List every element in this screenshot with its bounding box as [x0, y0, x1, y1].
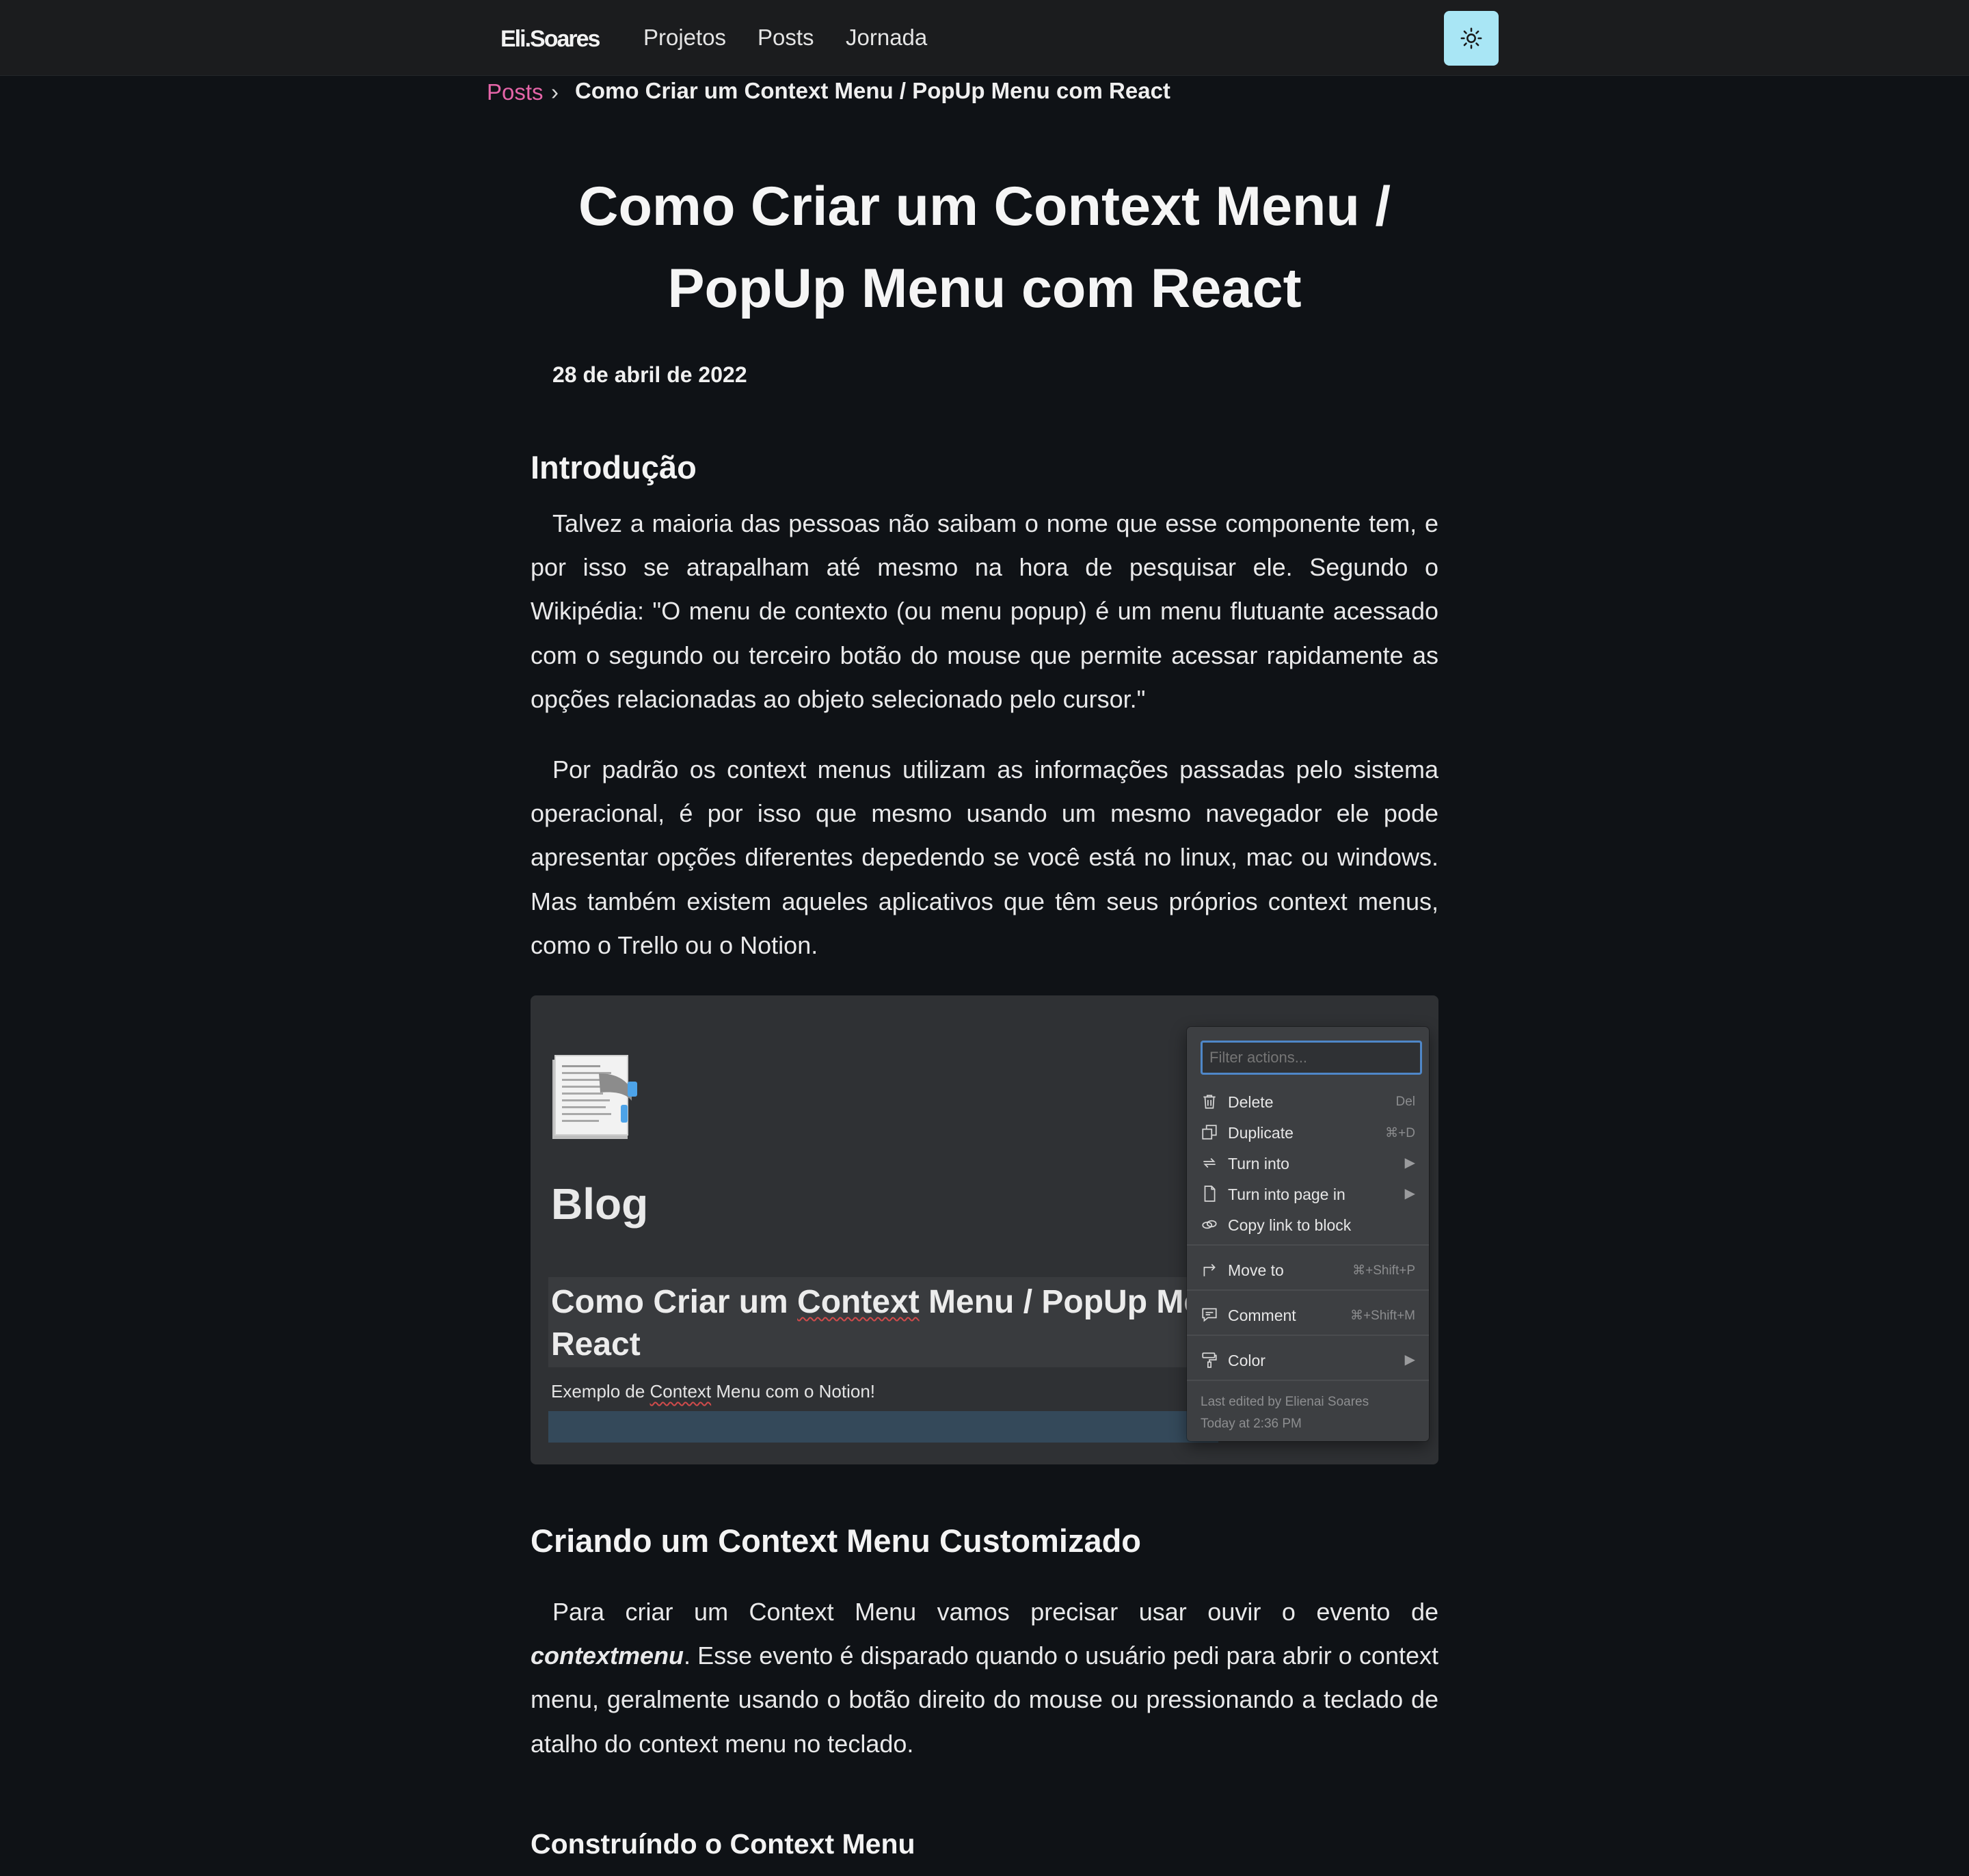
- page-title-line-2: PopUp Menu com React: [667, 258, 1302, 319]
- nav-link-posts[interactable]: Posts: [758, 25, 814, 51]
- menu-item-label: Copy link to block: [1228, 1216, 1352, 1234]
- menu-item-shortcut: ⌘+D: [1385, 1126, 1415, 1140]
- contextmenu-event-name: contextmenu: [531, 1642, 684, 1670]
- nav-link-jornada[interactable]: Jornada: [846, 25, 927, 51]
- section-heading-criando-context-menu: Criando um Context Menu Customizado: [531, 1523, 1141, 1559]
- intro-paragraph-1: Talvez a maioria das pessoas não saibam …: [531, 509, 1438, 713]
- menu-item-copy-link-to-block[interactable]: Copy link to block: [1201, 1211, 1415, 1239]
- breadcrumb-separator: ›: [551, 79, 559, 105]
- nav-link-projetos[interactable]: Projetos: [643, 25, 726, 51]
- menu-item-delete[interactable]: Delete Del: [1201, 1088, 1415, 1116]
- menu-item-label: Duplicate: [1228, 1124, 1294, 1142]
- menu-item-label: Turn into: [1228, 1155, 1289, 1172]
- paint-roller-icon: [1202, 1352, 1217, 1368]
- last-edited-by: Last edited by Elienai Soares: [1201, 1395, 1369, 1409]
- block-title-text-end: Menu / PopUp Men: [919, 1284, 1222, 1320]
- menu-item-turn-into[interactable]: Turn into ▶: [1201, 1150, 1415, 1177]
- publish-date: 28 de abril de 2022: [552, 362, 747, 387]
- submenu-arrow-icon: ▶: [1404, 1155, 1415, 1170]
- menu-item-turn-into-page-in[interactable]: Turn into page in ▶: [1201, 1181, 1415, 1208]
- menu-item-comment[interactable]: Comment ⌘+Shift+M: [1201, 1302, 1415, 1329]
- section-heading-construindo-context-menu: Construíndo o Context Menu: [531, 1828, 915, 1860]
- filter-actions-input[interactable]: [1201, 1041, 1422, 1075]
- menu-item-duplicate[interactable]: Duplicate ⌘+D: [1201, 1119, 1415, 1147]
- block-subtitle-text-start: Exemplo de: [551, 1381, 650, 1402]
- selected-block-bar: [548, 1411, 1218, 1443]
- link-icon: [1202, 1220, 1217, 1229]
- block-subtitle-text-end: Menu com o Notion!: [711, 1381, 876, 1402]
- brand-logo[interactable]: Eli.Soares: [500, 26, 600, 53]
- menu-item-shortcut: ⌘+Shift+M: [1350, 1309, 1415, 1323]
- menu-divider: [1187, 1335, 1429, 1336]
- menu-divider: [1187, 1244, 1429, 1246]
- menu-item-move-to[interactable]: Move to ⌘+Shift+P: [1201, 1257, 1415, 1284]
- page-title: Como Criar um Context Menu / PopUp Menu …: [531, 165, 1438, 330]
- menu-item-label: Comment: [1228, 1306, 1296, 1324]
- block-title-text-start: Como Criar um: [551, 1284, 798, 1320]
- menu-item-label: Delete: [1228, 1093, 1274, 1111]
- block-subtitle-spellcheck-word: Context: [649, 1381, 712, 1402]
- menu-item-color[interactable]: Color ▶: [1201, 1347, 1415, 1374]
- last-edited-time: Today at 2:36 PM: [1201, 1417, 1302, 1431]
- breadcrumb-link-posts[interactable]: Posts: [487, 79, 544, 105]
- submenu-arrow-icon: ▶: [1404, 1186, 1415, 1201]
- notion-context-menu-screenshot: Blog Como Criar um Context Menu / PopUp …: [531, 995, 1438, 1464]
- section-heading-introducao: Introdução: [531, 449, 697, 485]
- breadcrumb-current-page: Como Criar um Context Menu / PopUp Menu …: [575, 78, 1170, 103]
- sun-icon: [1460, 27, 1482, 49]
- menu-item-label: Color: [1228, 1352, 1265, 1369]
- menu-item-shortcut: ⌘+Shift+P: [1352, 1263, 1415, 1278]
- move-arrow-icon: [1203, 1263, 1216, 1276]
- menu-divider: [1187, 1289, 1429, 1291]
- menu-item-shortcut: Del: [1395, 1095, 1415, 1109]
- comment-icon: [1202, 1308, 1217, 1322]
- notion-block-title: Como Criar um Context Menu / PopUp Men R…: [551, 1281, 1222, 1366]
- notion-page-title: Blog: [551, 1179, 649, 1229]
- top-navigation-bar: Eli.Soares Projetos Posts Jornada: [0, 0, 1969, 76]
- duplicate-icon: [1202, 1125, 1217, 1140]
- submenu-arrow-icon: ▶: [1404, 1352, 1415, 1367]
- section2-text-start: Para criar um Context Menu vamos precisa…: [552, 1598, 1438, 1626]
- block-title-spellcheck-word: Context: [797, 1284, 920, 1320]
- menu-item-label: Turn into page in: [1228, 1185, 1345, 1203]
- theme-toggle-button[interactable]: [1444, 11, 1499, 66]
- document-icon: [552, 1055, 637, 1139]
- trash-icon: [1203, 1095, 1216, 1109]
- menu-item-label: Move to: [1228, 1261, 1284, 1279]
- page-icon: [1204, 1185, 1216, 1202]
- turn-into-icon: [1203, 1157, 1216, 1168]
- menu-divider: [1187, 1380, 1429, 1381]
- page-title-line-1: Como Criar um Context Menu /: [578, 176, 1391, 237]
- block-title-line-2: React: [551, 1326, 641, 1363]
- notion-block-subtitle: Exemplo de Context Menu com o Notion!: [551, 1381, 875, 1402]
- notion-context-menu: Delete Del Duplicate ⌘+D Turn into ▶ Tur…: [1187, 1027, 1429, 1441]
- section2-paragraph: Para criar um Context Menu vamos precisa…: [531, 1590, 1438, 1766]
- intro-paragraph-2: Por padrão os context menus utilizam as …: [531, 755, 1438, 959]
